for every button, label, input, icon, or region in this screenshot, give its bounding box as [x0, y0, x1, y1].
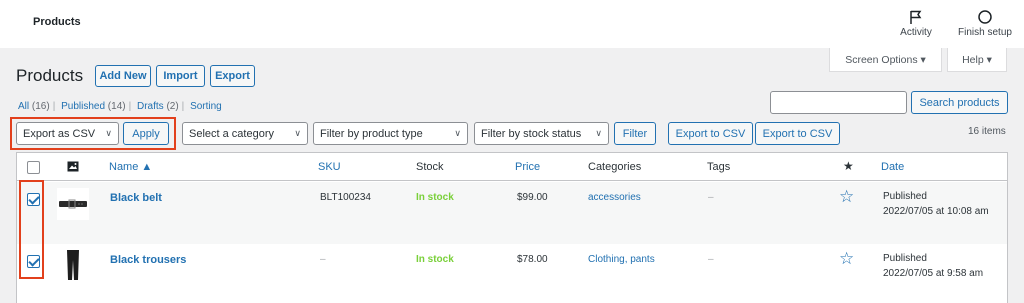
activity-label: Activity: [900, 27, 932, 38]
view-published-link[interactable]: Published: [61, 101, 105, 112]
product-categories[interactable]: Clothing, pants: [588, 254, 655, 265]
product-name-link[interactable]: Black belt: [110, 192, 162, 204]
trousers-image: [67, 250, 79, 280]
top-bar: Products Activity Finish setup: [0, 0, 1024, 48]
flag-icon: [910, 10, 922, 24]
help-label: Help ▾: [962, 53, 992, 66]
product-tags: –: [708, 254, 714, 265]
column-name-header[interactable]: Name ▲: [109, 161, 152, 173]
filter-button[interactable]: Filter: [614, 122, 656, 145]
activity-button[interactable]: Activity: [886, 9, 946, 38]
view-all-link[interactable]: All: [18, 101, 29, 112]
publish-status: Published: [883, 253, 927, 264]
stock-status: In stock: [416, 192, 454, 203]
bulk-action-select[interactable]: Export as CSV ∨: [16, 122, 119, 145]
product-thumbnail-belt[interactable]: [57, 188, 89, 220]
view-sorting-link[interactable]: Sorting: [190, 101, 222, 112]
add-new-button[interactable]: Add New: [95, 65, 151, 87]
publish-date: 2022/07/05 at 9:58 am: [883, 268, 984, 279]
publish-status: Published: [883, 191, 927, 202]
product-thumbnail-trousers[interactable]: [57, 248, 89, 280]
top-bar-title: Products: [33, 16, 81, 28]
finish-setup-button[interactable]: Finish setup: [955, 9, 1015, 38]
chevron-down-icon: ∨: [294, 128, 301, 138]
progress-circle-icon: [978, 10, 992, 24]
view-published-count: (14): [107, 101, 126, 112]
product-price: $99.00: [517, 192, 548, 203]
products-table: Name ▲ SKU Stock Price Categories Tags ★…: [16, 152, 1008, 303]
category-select[interactable]: Select a category ∨: [182, 122, 308, 145]
export-button[interactable]: Export: [210, 65, 255, 87]
column-tags-header: Tags: [707, 161, 731, 173]
bulk-action-value: Export as CSV: [23, 127, 96, 140]
column-sku-header[interactable]: SKU: [318, 161, 341, 173]
export-to-csv-button-2[interactable]: Export to CSV: [755, 122, 840, 145]
product-type-select[interactable]: Filter by product type ∨: [313, 122, 468, 145]
product-sku: –: [320, 254, 326, 265]
product-tags: –: [708, 192, 714, 203]
product-sku: BLT100234: [320, 192, 371, 203]
table-row: Black belt BLT100234 In stock $99.00 acc…: [17, 182, 1007, 244]
product-price: $78.00: [517, 254, 548, 265]
view-separator: |: [181, 101, 185, 112]
column-price-header[interactable]: Price: [515, 161, 540, 173]
product-categories[interactable]: accessories: [588, 192, 641, 203]
help-tab[interactable]: Help ▾: [947, 48, 1007, 72]
publish-date: 2022/07/05 at 10:08 am: [883, 206, 989, 217]
stock-status: In stock: [416, 254, 454, 265]
table-row: Black trousers – In stock $78.00 Clothin…: [17, 244, 1007, 303]
chevron-down-icon: ∨: [595, 128, 602, 138]
select-all-checkbox[interactable]: [27, 161, 40, 174]
category-value: Select a category: [189, 127, 274, 140]
view-separator: |: [52, 101, 56, 112]
items-count: 16 items: [968, 126, 1006, 137]
product-name-link[interactable]: Black trousers: [110, 254, 186, 266]
stock-status-select[interactable]: Filter by stock status ∨: [474, 122, 609, 145]
view-published-label: Published: [61, 101, 106, 112]
finish-setup-label: Finish setup: [958, 27, 1012, 38]
chevron-down-icon: ∨: [454, 128, 461, 138]
search-input[interactable]: [770, 91, 907, 114]
view-drafts-link[interactable]: Drafts: [137, 101, 164, 112]
chevron-down-icon: ∨: [105, 128, 112, 138]
column-categories-header: Categories: [588, 161, 642, 173]
screen-options-label: Screen Options ▾: [845, 53, 926, 66]
apply-button[interactable]: Apply: [123, 122, 169, 145]
view-drafts-count: (2): [166, 101, 179, 112]
view-all-label: All: [18, 101, 30, 112]
star-outline-icon[interactable]: ☆: [839, 249, 854, 269]
view-separator: |: [128, 101, 132, 112]
search-products-button[interactable]: Search products: [911, 91, 1008, 114]
view-drafts-label: Drafts: [136, 101, 164, 112]
column-stock-header: Stock: [416, 161, 444, 173]
product-type-value: Filter by product type: [320, 127, 423, 140]
import-button[interactable]: Import: [156, 65, 205, 87]
view-filters: All (16) | Published (14) | Drafts (2) | So…: [18, 101, 222, 112]
featured-star-icon: ★: [843, 159, 854, 173]
screen-options-tab[interactable]: Screen Options ▾: [829, 48, 942, 72]
export-to-csv-button[interactable]: Export to CSV: [668, 122, 753, 145]
stock-status-value: Filter by stock status: [481, 127, 582, 140]
column-date-header[interactable]: Date: [881, 161, 904, 173]
view-sorting-label: Sorting: [190, 101, 222, 112]
belt-image: [59, 199, 87, 209]
page-title: Products: [16, 66, 84, 85]
table-header: Name ▲ SKU Stock Price Categories Tags ★…: [17, 153, 1007, 181]
star-outline-icon[interactable]: ☆: [839, 187, 854, 207]
view-all-count: (16): [31, 101, 50, 112]
highlight-box-row-checkboxes: [19, 180, 44, 279]
image-icon: [67, 161, 79, 172]
